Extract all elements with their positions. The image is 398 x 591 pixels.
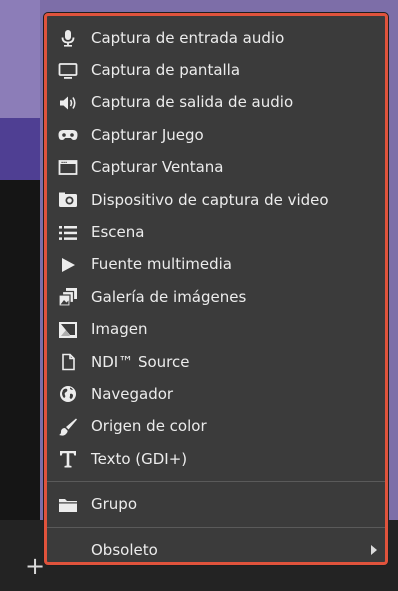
- window-icon: [57, 157, 79, 179]
- gamepad-icon: [57, 124, 79, 146]
- menu-item-text-gdi[interactable]: Texto (GDI+): [47, 443, 385, 475]
- menu-item-label: Capturar Juego: [91, 125, 204, 144]
- menu-item-label: NDI™ Source: [91, 352, 190, 371]
- globe-icon: [57, 383, 79, 405]
- play-icon: [57, 254, 79, 276]
- menu-item-label: Captura de salida de audio: [91, 93, 294, 112]
- menu-item-browser[interactable]: Navegador: [47, 378, 385, 410]
- menu-item-label: Obsoleto: [91, 540, 158, 559]
- menu-item-label: Galería de imágenes: [91, 287, 247, 306]
- menu-item-audio-output-capture[interactable]: Captura de salida de audio: [47, 87, 385, 119]
- text-icon: [57, 448, 79, 470]
- menu-item-label: Navegador: [91, 384, 174, 403]
- brush-icon: [57, 416, 79, 438]
- menu-item-label: Dispositivo de captura de video: [91, 190, 329, 209]
- menu-item-game-capture[interactable]: Capturar Juego: [47, 119, 385, 151]
- menu-item-label: Imagen: [91, 320, 148, 339]
- menu-item-deprecated[interactable]: Obsoleto: [47, 534, 385, 566]
- menu-item-image[interactable]: Imagen: [47, 314, 385, 346]
- speaker-icon: [57, 92, 79, 114]
- menu-item-group[interactable]: Grupo: [47, 488, 385, 520]
- chevron-right-icon: [371, 545, 377, 556]
- menu-item-label: Origen de color: [91, 417, 207, 436]
- menu-item-display-capture[interactable]: Captura de pantalla: [47, 54, 385, 86]
- camera-icon: [57, 189, 79, 211]
- menu-item-label: Fuente multimedia: [91, 255, 232, 274]
- microphone-icon: [57, 27, 79, 49]
- menu-item-label: Grupo: [91, 495, 137, 514]
- menu-item-label: Capturar Ventana: [91, 158, 224, 177]
- menu-item-video-capture-device[interactable]: Dispositivo de captura de video: [47, 184, 385, 216]
- menu-item-color-source[interactable]: Origen de color: [47, 411, 385, 443]
- menu-items-container: Captura de entrada audio Captura de pant…: [47, 16, 385, 562]
- menu-separator: [47, 526, 385, 528]
- image-icon: [57, 319, 79, 341]
- menu-separator: [47, 481, 385, 483]
- menu-item-label: Captura de pantalla: [91, 61, 241, 80]
- menu-item-ndi-source[interactable]: NDI™ Source: [47, 346, 385, 378]
- file-icon: [57, 351, 79, 373]
- blank-icon: [57, 539, 79, 561]
- menu-item-audio-input-capture[interactable]: Captura de entrada audio: [47, 22, 385, 54]
- menu-item-label: Escena: [91, 223, 145, 242]
- menu-item-window-capture[interactable]: Capturar Ventana: [47, 152, 385, 184]
- menu-item-label: Texto (GDI+): [91, 449, 188, 468]
- add-source-context-menu: Captura de entrada audio Captura de pant…: [44, 13, 388, 565]
- menu-item-scene[interactable]: Escena: [47, 216, 385, 248]
- background-dark-panel: [0, 180, 40, 525]
- background-preview-block: [0, 118, 40, 180]
- monitor-icon: [57, 60, 79, 82]
- gallery-icon: [57, 286, 79, 308]
- menu-item-label: Captura de entrada audio: [91, 28, 285, 47]
- menu-item-media-source[interactable]: Fuente multimedia: [47, 249, 385, 281]
- folder-icon: [57, 494, 79, 516]
- menu-item-image-slideshow[interactable]: Galería de imágenes: [47, 281, 385, 313]
- list-icon: [57, 222, 79, 244]
